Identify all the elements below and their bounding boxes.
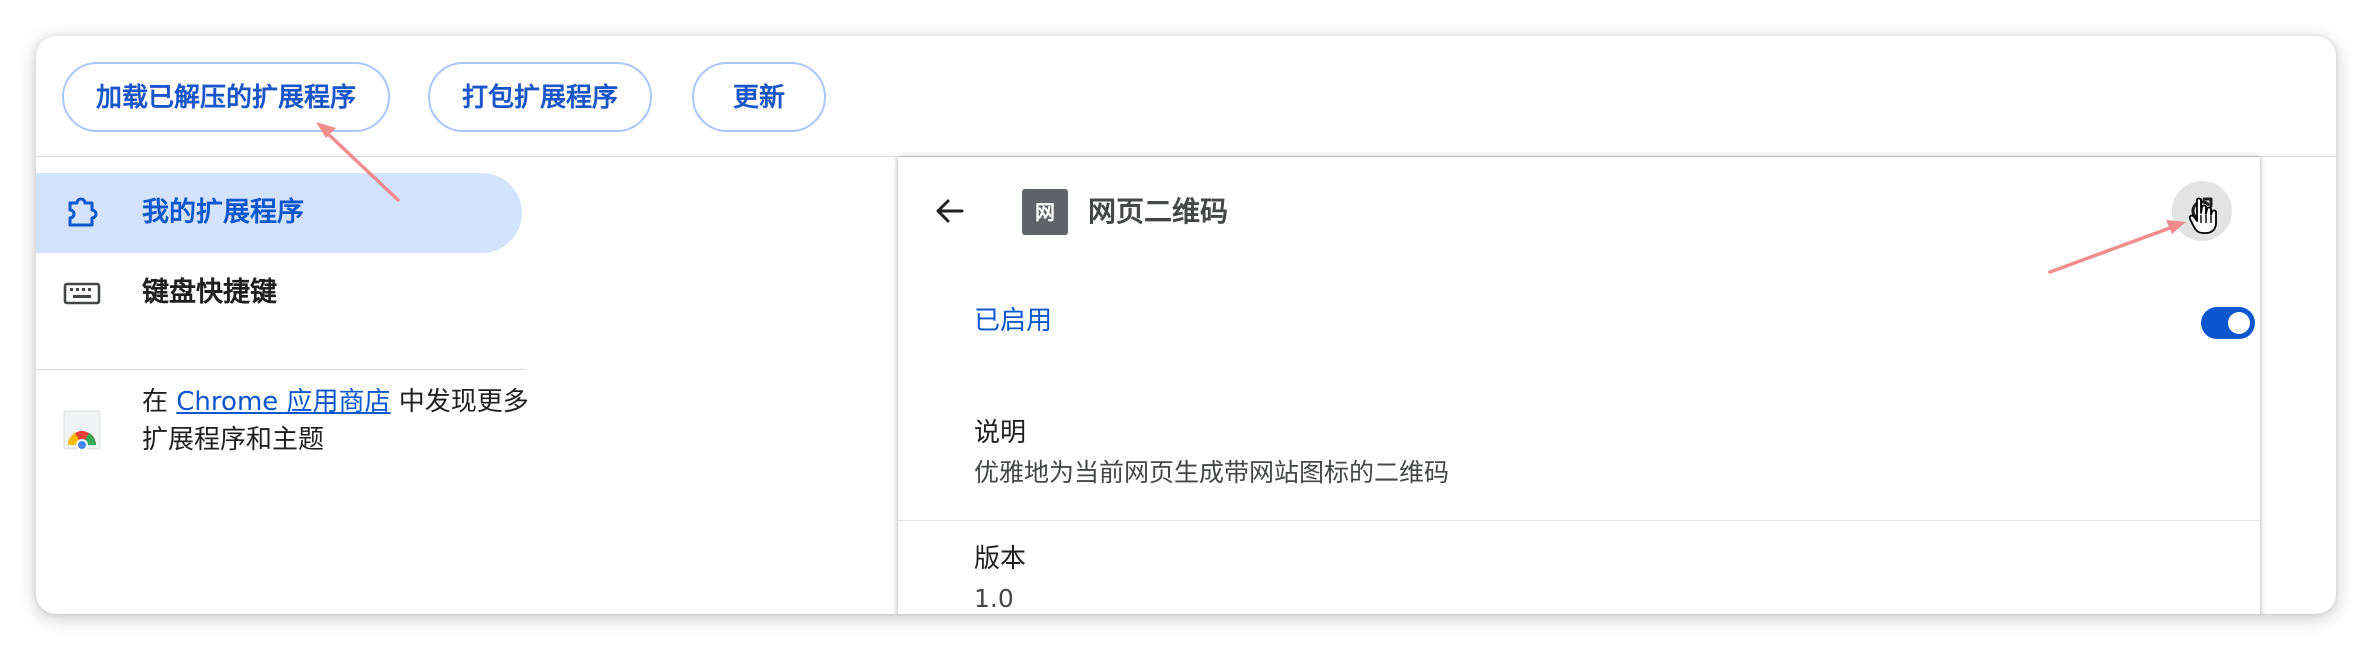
detail-divider: [898, 520, 2260, 521]
update-button[interactable]: 更新: [692, 62, 826, 132]
enabled-toggle[interactable]: [2201, 307, 2255, 339]
description-title: 说明: [974, 418, 1027, 448]
sidebar-item-keyboard-shortcuts[interactable]: 键盘快捷键: [36, 253, 522, 333]
toggle-knob: [2228, 312, 2250, 334]
puzzle-icon: [68, 197, 98, 227]
sidebar-item-label: 键盘快捷键: [142, 277, 277, 308]
enabled-label: 已启用: [974, 306, 1053, 336]
extension-detail-panel: 网 网页二维码 已启用 说明 优雅地为当前网页生成带网站图标的二维码 版本 1.…: [898, 157, 2260, 614]
load-unpacked-button[interactable]: 加载已解压的扩展程序: [62, 62, 390, 132]
sidebar-item-label: 我的扩展程序: [142, 197, 304, 228]
chrome-web-store-icon: [63, 410, 101, 451]
sidebar-item-my-extensions[interactable]: 我的扩展程序: [36, 173, 522, 253]
extensions-window: 加载已解压的扩展程序 打包扩展程序 更新 我的扩展程序 键盘快捷键 在 Chro…: [36, 36, 2336, 614]
toolbar: 加载已解压的扩展程序 打包扩展程序 更新: [36, 36, 2336, 157]
web-store-promo: 在 Chrome 应用商店 中发现更多扩展程序和主题: [142, 383, 532, 459]
pack-extension-button[interactable]: 打包扩展程序: [428, 62, 652, 132]
keyboard-icon: [63, 282, 101, 305]
chrome-web-store-link[interactable]: Chrome 应用商店: [176, 387, 390, 417]
extension-icon: 网: [1022, 189, 1068, 235]
extension-name: 网页二维码: [1088, 195, 1229, 228]
version-text: 1.0: [974, 584, 1014, 613]
sidebar: 我的扩展程序 键盘快捷键 在 Chrome 应用商店 中发现更多扩展程序和主题: [36, 157, 536, 614]
sidebar-divider: [36, 369, 526, 370]
hand-cursor-icon: [2188, 197, 2217, 234]
version-title: 版本: [974, 544, 1027, 574]
description-text: 优雅地为当前网页生成带网站图标的二维码: [974, 458, 1450, 487]
arrow-left-icon[interactable]: [932, 193, 968, 229]
web-store-prefix: 在: [142, 387, 169, 417]
